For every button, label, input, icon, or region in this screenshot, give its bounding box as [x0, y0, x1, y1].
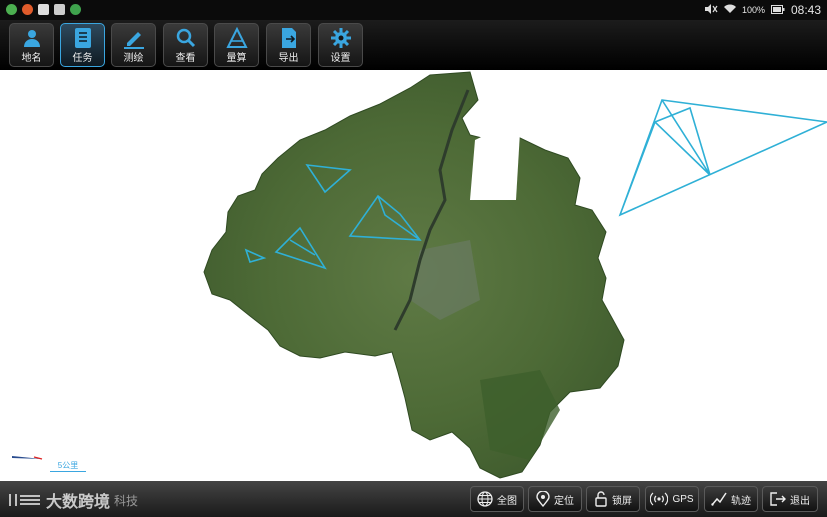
watermark-suffix: 科技 [114, 493, 139, 508]
location-pin-icon [536, 491, 550, 507]
measure-icon [226, 27, 248, 48]
app-notification-icon [6, 4, 17, 15]
survey-button[interactable]: 测绘 [111, 23, 156, 67]
app-notification-icon [38, 4, 49, 15]
gps-signal-icon [650, 492, 669, 506]
full-extent-label: 全图 [497, 495, 517, 507]
view-label: 查看 [175, 53, 196, 64]
task-label: 任务 [72, 53, 93, 64]
settings-button[interactable]: 设置 [318, 23, 363, 67]
survey-polygon [618, 99, 827, 217]
full-extent-button[interactable]: 全图 [470, 486, 524, 512]
unmapped-gap [470, 128, 520, 200]
export-button[interactable]: 导出 [266, 23, 311, 67]
view-button[interactable]: 查看 [163, 23, 208, 67]
mute-icon [704, 4, 718, 16]
satellite-map[interactable] [0, 70, 827, 481]
watermark: 大数跨境 科技 [8, 488, 138, 512]
exit-icon [770, 492, 786, 506]
battery-icon [770, 4, 785, 16]
watermark-brand: 大数跨境 [46, 494, 111, 511]
north-arrow-icon [12, 456, 43, 460]
notification-icons [6, 4, 81, 15]
gps-label: GPS [672, 493, 694, 505]
place-name-button[interactable]: 地名 [9, 23, 54, 67]
exit-label: 退出 [790, 495, 810, 507]
app-notification-icon [22, 4, 33, 15]
lock-icon [595, 491, 607, 507]
globe-icon [477, 491, 493, 507]
export-icon [282, 28, 296, 48]
measure-button[interactable]: 量算 [214, 23, 259, 67]
chart-notification-icon [54, 4, 65, 15]
wifi-icon [723, 4, 736, 16]
measure-label: 量算 [226, 53, 247, 64]
export-label: 导出 [278, 53, 299, 64]
gps-button[interactable]: GPS [645, 486, 699, 512]
track-label: 轨迹 [731, 495, 751, 507]
survey-label: 测绘 [123, 53, 144, 64]
track-button[interactable]: 轨迹 [704, 486, 758, 512]
status-bar: 100% 08:43 [0, 0, 827, 20]
track-icon [711, 492, 727, 506]
exit-button[interactable]: 退出 [762, 486, 818, 512]
task-list-icon [75, 28, 91, 48]
gear-icon [331, 28, 351, 48]
pencil-icon [124, 32, 144, 49]
task-button[interactable]: 任务 [60, 23, 105, 67]
locate-button[interactable]: 定位 [528, 486, 582, 512]
region-boundary [203, 71, 625, 479]
watermark-logo-icon [9, 494, 40, 506]
app-notification-icon [70, 4, 81, 15]
lock-screen-button[interactable]: 锁屏 [586, 486, 640, 512]
place-name-label: 地名 [21, 53, 42, 64]
scale-bar: 5公里 [50, 460, 86, 472]
battery-percent: 100% [741, 5, 765, 15]
person-pin-icon [24, 30, 40, 47]
map-canvas[interactable] [0, 70, 827, 481]
lock-screen-label: 锁屏 [612, 495, 632, 507]
clock: 08:43 [790, 3, 821, 17]
locate-label: 定位 [554, 495, 574, 507]
search-icon [176, 28, 196, 48]
top-toolbar: 地名 任务 测绘 查看 量算 导出 设置 [0, 20, 827, 71]
settings-label: 设置 [330, 53, 351, 64]
